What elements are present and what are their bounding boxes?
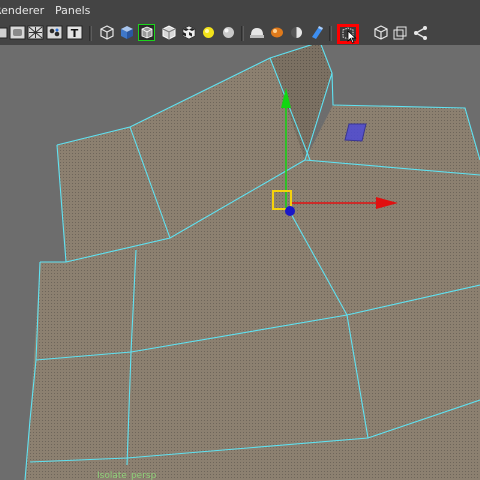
wireframe-on-shaded-icon[interactable]	[138, 24, 155, 41]
toolbar-separator	[329, 26, 332, 41]
checker-texture-icon[interactable]	[180, 24, 197, 41]
panel-toolbar: T	[0, 22, 480, 45]
text-icon[interactable]: T	[66, 24, 83, 41]
text-icon-glyph: T	[71, 27, 79, 40]
share-node-icon[interactable]	[412, 24, 429, 41]
isolate-label: Isolate	[97, 471, 127, 480]
isolate-select-icon[interactable]	[372, 24, 389, 41]
toolbar-separator	[89, 26, 92, 41]
default-light-icon[interactable]	[200, 24, 217, 41]
scene-canvas[interactable]	[0, 45, 480, 480]
all-lights-icon[interactable]	[220, 24, 237, 41]
motion-blur-icon[interactable]	[288, 24, 305, 41]
mouse-cursor-icon	[347, 30, 357, 44]
film-gate-icon[interactable]	[46, 24, 63, 41]
viewport-hud-label: Isolate persp	[97, 471, 160, 480]
menu-renderer[interactable]: Renderer	[0, 4, 44, 18]
toolbar-separator	[241, 26, 244, 41]
screen-space-ambient-icon[interactable]	[268, 24, 285, 41]
wireframe-cube-icon[interactable]	[98, 24, 115, 41]
pivot-point[interactable]	[285, 206, 295, 216]
panel-menu-bar: Renderer Panels	[0, 0, 480, 22]
smooth-shade-cube-icon[interactable]	[118, 24, 135, 41]
shadows-icon[interactable]	[248, 24, 265, 41]
menu-panels[interactable]: Panels	[55, 4, 90, 18]
grid-icon[interactable]	[27, 24, 44, 41]
image-plane-icon[interactable]	[9, 24, 26, 41]
anti-alias-icon[interactable]	[308, 24, 325, 41]
bookmark-icon[interactable]	[392, 24, 409, 41]
camera-name-label: persp	[130, 471, 157, 480]
selected-face-marker[interactable]	[344, 123, 367, 142]
xray-active-component-icon[interactable]	[337, 24, 359, 44]
xray-icon[interactable]	[160, 24, 177, 41]
camera-icon[interactable]	[0, 24, 9, 41]
maya-viewport-window: Renderer Panels T	[0, 0, 480, 480]
3d-viewport[interactable]: Isolate persp	[0, 45, 480, 480]
